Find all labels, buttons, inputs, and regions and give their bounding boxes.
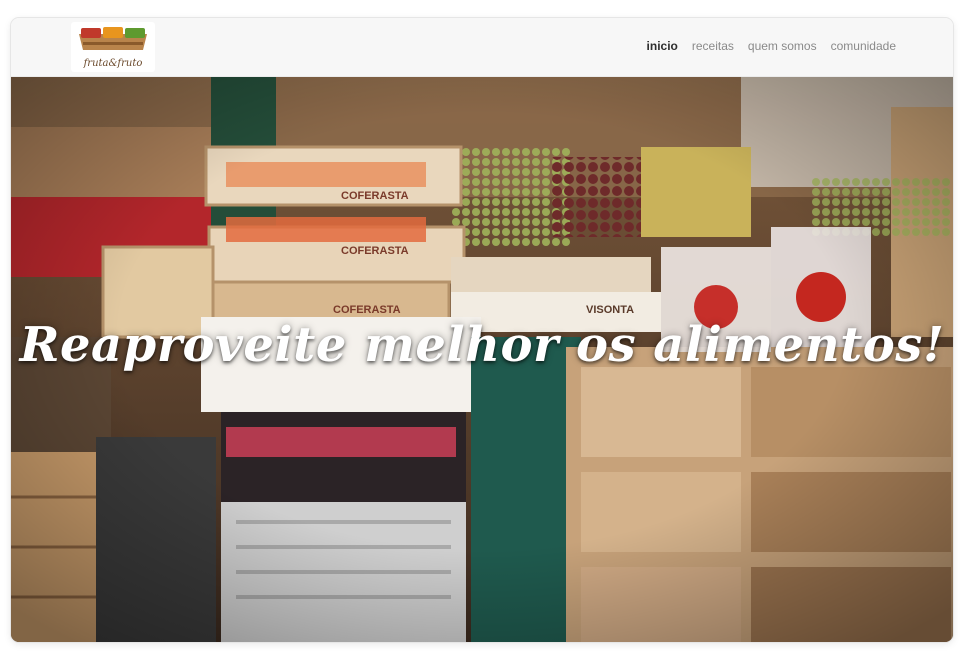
crate-label: VISONTA (586, 304, 634, 316)
crate-label: COFERASTA (341, 190, 409, 202)
crate-label: COFERASTA (341, 245, 409, 257)
nav-quem-somos[interactable]: quem somos (748, 39, 817, 53)
crate-logo-icon (79, 27, 147, 50)
main-nav: inicio receitas quem somos comunidade (647, 39, 896, 53)
logo-wordmark: fruta&fruto (83, 58, 143, 69)
nav-comunidade[interactable]: comunidade (831, 39, 896, 53)
hero-banner: COFERASTA COFERASTA COFERASTA VISONTA Re… (11, 77, 953, 642)
hero-headline: Reaproveite melhor os alimentos! (19, 317, 945, 373)
crate-label: COFERASTA (333, 304, 401, 316)
nav-inicio[interactable]: inicio (647, 39, 678, 53)
brand-logo[interactable]: fruta&fruto (71, 22, 155, 72)
navbar: fruta&fruto inicio receitas quem somos c… (11, 18, 953, 77)
nav-receitas[interactable]: receitas (692, 39, 734, 53)
browser-page: fruta&fruto inicio receitas quem somos c… (11, 18, 953, 642)
